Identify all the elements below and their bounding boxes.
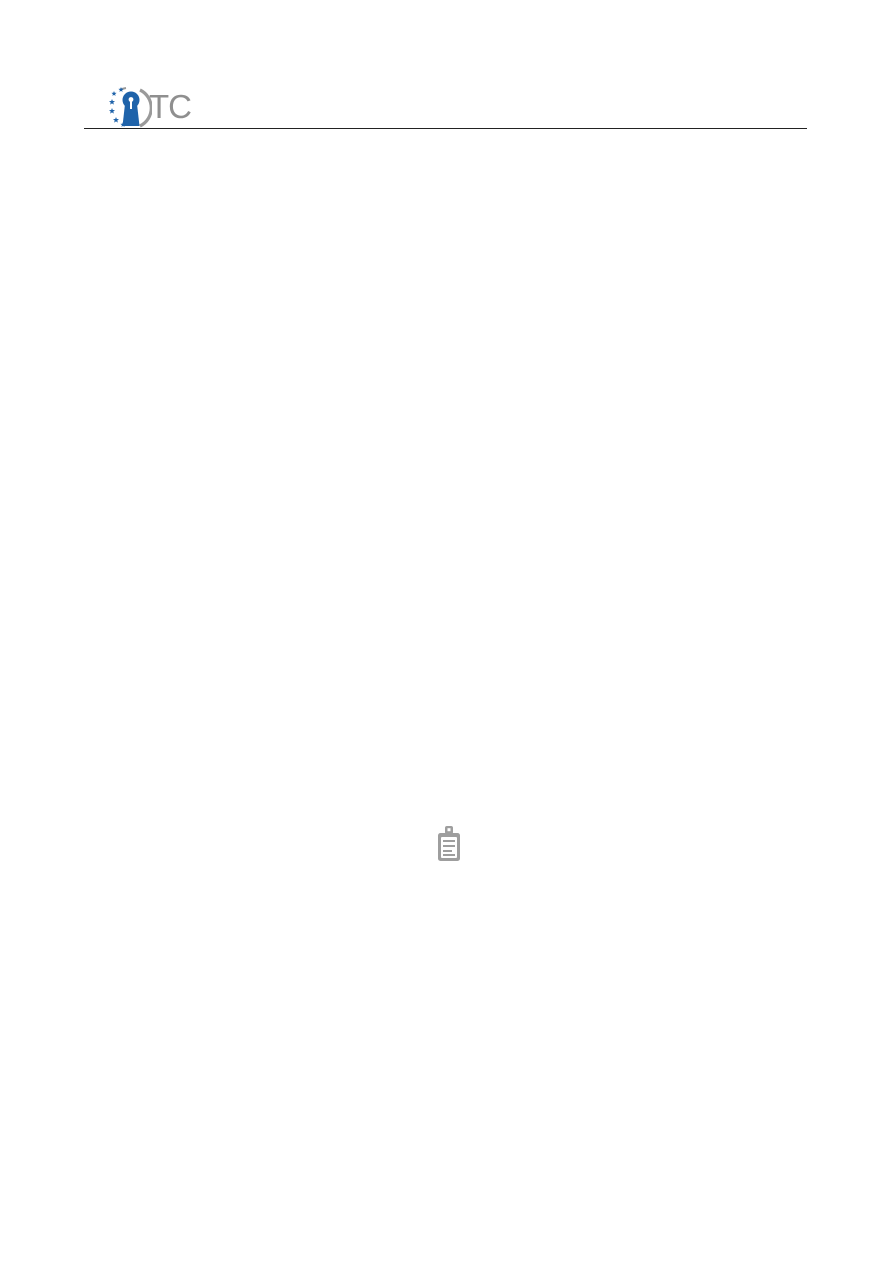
keyhole-logo-icon <box>109 87 152 128</box>
header-divider <box>84 128 807 129</box>
page-header: TC <box>84 80 807 130</box>
clipboard-icon <box>438 826 460 861</box>
itc-logo: TC <box>96 84 206 128</box>
page-body <box>84 140 807 1200</box>
logo-text: TC <box>149 88 192 125</box>
